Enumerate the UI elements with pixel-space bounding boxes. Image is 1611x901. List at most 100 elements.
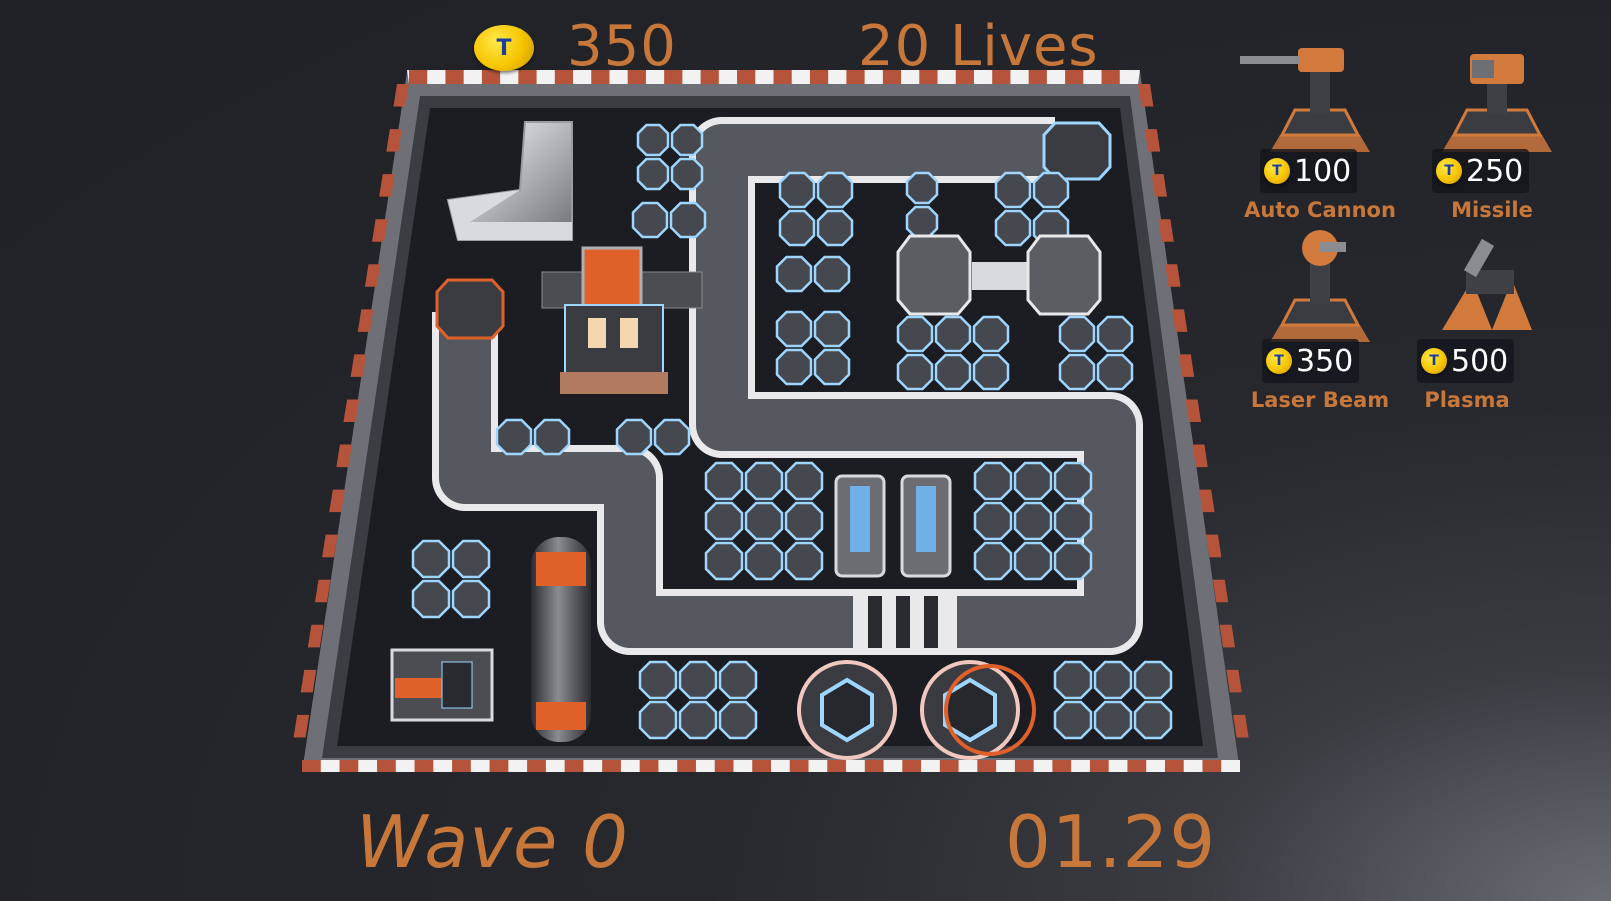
hex-block-left [896, 234, 972, 316]
tower-price: 350 [1296, 343, 1354, 379]
build-pad[interactable] [670, 123, 704, 157]
coin-icon: T [1436, 158, 1462, 184]
build-pad[interactable] [718, 660, 758, 700]
build-pad[interactable] [1093, 700, 1133, 740]
build-pad[interactable] [718, 700, 758, 740]
build-pad[interactable] [1013, 541, 1053, 581]
build-pad[interactable] [972, 315, 1010, 353]
build-pad[interactable] [784, 501, 824, 541]
tower-price: 250 [1466, 153, 1524, 189]
build-pad[interactable] [495, 418, 533, 456]
build-pad[interactable] [744, 501, 784, 541]
build-pad[interactable] [615, 418, 653, 456]
build-pad[interactable] [775, 255, 813, 293]
build-pad[interactable] [1093, 660, 1133, 700]
build-pad[interactable] [994, 171, 1032, 209]
tower-price: 500 [1451, 343, 1509, 379]
build-pad[interactable] [1053, 501, 1093, 541]
wave-timer: 01.29 [1005, 800, 1217, 884]
silo-left [834, 474, 886, 578]
tower-button-auto-cannon[interactable]: T 100 Auto Cannon [1240, 40, 1400, 225]
engine-block [390, 648, 494, 722]
tower-price: 100 [1294, 153, 1352, 189]
build-pad[interactable] [451, 539, 491, 579]
build-pad[interactable] [1096, 315, 1134, 353]
coin-icon: T [1421, 348, 1447, 374]
build-pad[interactable] [451, 579, 491, 619]
build-pad[interactable] [636, 157, 670, 191]
build-pad[interactable] [704, 501, 744, 541]
plasma-turret-icon [1442, 238, 1532, 330]
build-pad[interactable] [778, 209, 816, 247]
build-pad[interactable] [934, 315, 972, 353]
coin-counter: 350 [567, 14, 677, 79]
build-pad[interactable] [934, 353, 972, 391]
build-pad[interactable] [775, 348, 813, 386]
build-pad[interactable] [1013, 461, 1053, 501]
tower-button-plasma[interactable]: T 500 Plasma [1417, 230, 1592, 415]
silo-right [900, 474, 952, 578]
build-pad[interactable] [813, 310, 851, 348]
spawn-pad [435, 278, 505, 340]
build-pad[interactable] [972, 353, 1010, 391]
build-pad[interactable] [775, 310, 813, 348]
build-pad[interactable] [669, 201, 707, 239]
build-pad[interactable] [636, 123, 670, 157]
build-pad[interactable] [1133, 660, 1173, 700]
coin-icon: T [1264, 158, 1290, 184]
build-pad[interactable] [896, 315, 934, 353]
build-pad[interactable] [411, 579, 451, 619]
fuel-tank [531, 537, 591, 742]
build-pad[interactable] [1013, 501, 1053, 541]
build-pad[interactable] [1032, 171, 1070, 209]
build-pad[interactable] [744, 461, 784, 501]
build-pad[interactable] [905, 171, 939, 205]
path-gate [853, 596, 957, 648]
build-pad[interactable] [638, 700, 678, 740]
build-pad[interactable] [896, 353, 934, 391]
build-pad[interactable] [784, 541, 824, 581]
build-pad[interactable] [670, 157, 704, 191]
build-pad[interactable] [784, 461, 824, 501]
laser-beam-turret-icon [1270, 230, 1370, 342]
auto-cannon-turret-icon [1240, 48, 1370, 152]
build-pad[interactable] [744, 541, 784, 581]
build-pad[interactable] [1053, 660, 1093, 700]
build-pad[interactable] [1058, 353, 1096, 391]
bridge-plate [972, 262, 1030, 290]
build-pad[interactable] [816, 209, 854, 247]
build-pad[interactable] [411, 539, 451, 579]
build-pad[interactable] [994, 209, 1032, 247]
build-pad[interactable] [973, 541, 1013, 581]
build-pad[interactable] [905, 205, 939, 239]
build-pad[interactable] [631, 201, 669, 239]
build-pad[interactable] [1133, 700, 1173, 740]
goal-pad [1042, 121, 1112, 181]
build-pad[interactable] [778, 171, 816, 209]
build-pad[interactable] [973, 501, 1013, 541]
wave-indicator: Wave 0 [356, 800, 629, 884]
build-pad[interactable] [638, 660, 678, 700]
build-pad[interactable] [533, 418, 571, 456]
build-pad[interactable] [704, 461, 744, 501]
build-pad[interactable] [678, 660, 718, 700]
build-pad[interactable] [1053, 700, 1093, 740]
tower-name: Missile [1451, 198, 1533, 222]
coin-icon: T [1266, 348, 1292, 374]
build-pad[interactable] [1058, 315, 1096, 353]
hex-block-right [1026, 234, 1102, 316]
build-pad[interactable] [704, 541, 744, 581]
reactor-right [920, 660, 1036, 760]
build-pad[interactable] [653, 418, 691, 456]
build-pad[interactable] [813, 255, 851, 293]
build-pad[interactable] [1053, 461, 1093, 501]
build-pad[interactable] [813, 348, 851, 386]
tower-button-missile[interactable]: T 250 Missile [1432, 40, 1592, 225]
build-pad[interactable] [1053, 541, 1093, 581]
reactor-left [797, 660, 897, 760]
build-pad[interactable] [973, 461, 1013, 501]
build-pad[interactable] [1096, 353, 1134, 391]
build-pad[interactable] [678, 700, 718, 740]
build-pad[interactable] [816, 171, 854, 209]
lives-counter: 20 Lives [858, 14, 1099, 79]
